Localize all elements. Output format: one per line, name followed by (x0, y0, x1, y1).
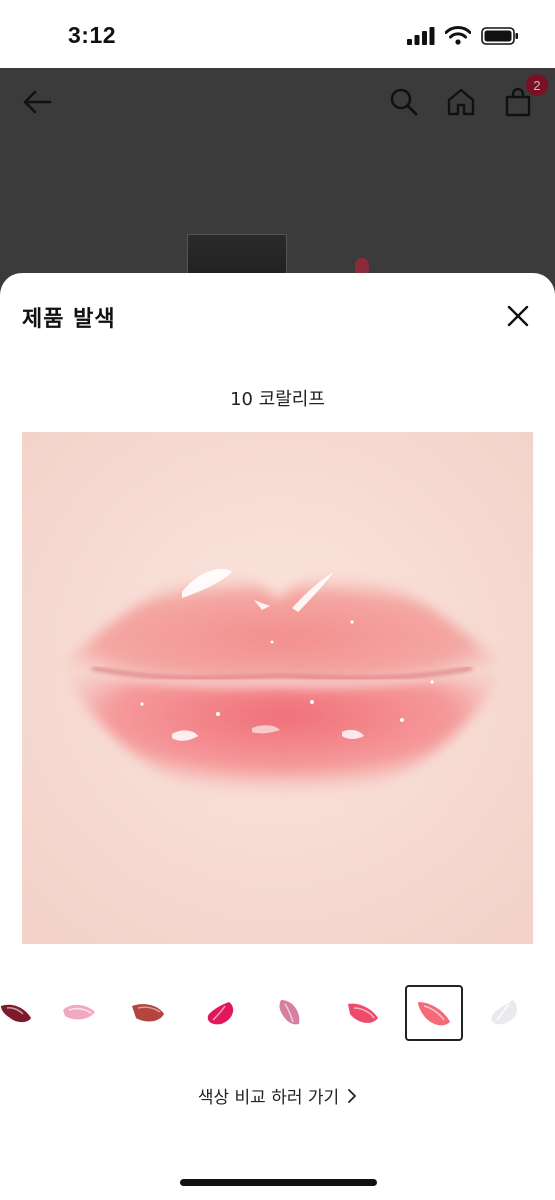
home-button[interactable] (441, 82, 481, 122)
status-time: 3:12 (68, 22, 117, 48)
cellular-signal-icon (407, 26, 435, 45)
cart-button[interactable]: 2 (498, 74, 548, 122)
close-button[interactable] (503, 301, 533, 331)
shade-swatch-list (0, 985, 555, 1045)
back-arrow-icon (23, 90, 52, 114)
swatch-2-smear-icon (63, 1004, 95, 1020)
compare-colors-label: 색상 비교 하러 가기 (197, 1088, 340, 1108)
swatch-1-smear-icon (1, 1004, 31, 1023)
home-indicator (180, 1179, 377, 1186)
swatch-8-smear-icon (491, 1000, 518, 1025)
shade-swatch[interactable] (190, 985, 248, 1041)
compare-colors-link[interactable]: 색상 비교 하러 가기 (0, 1083, 555, 1108)
shade-bottom-sheet: 제품 발색 10 코랄리프 색상 비교 하러 가기 (0, 273, 555, 1200)
swatch-3-smear-icon (132, 1004, 164, 1022)
wifi-icon (445, 26, 471, 45)
shade-swatch[interactable] (0, 985, 44, 1041)
shade-swatch[interactable] (333, 985, 391, 1041)
shade-swatch[interactable] (119, 985, 177, 1041)
shade-name: 10 코랄리프 (230, 389, 325, 410)
swatch-7-smear-icon (418, 1002, 450, 1026)
sheet-title: 제품 발색 (22, 307, 116, 332)
lip-swatch-image (22, 432, 533, 944)
swatch-4-smear-icon (207, 1002, 234, 1025)
home-icon (447, 88, 475, 116)
search-button[interactable] (384, 82, 424, 122)
cart-count-badge: 2 (526, 74, 548, 96)
swatch-6-smear-icon (348, 1003, 378, 1023)
shade-swatch-selected[interactable] (405, 985, 463, 1041)
search-icon (390, 88, 418, 116)
swatch-5-smear-icon (279, 1000, 300, 1025)
chevron-right-icon (348, 1088, 357, 1103)
battery-icon (481, 26, 518, 45)
close-icon (507, 305, 529, 327)
status-icons (407, 26, 519, 45)
shade-swatch[interactable] (50, 985, 108, 1041)
shade-swatch[interactable] (262, 985, 320, 1041)
product-page-background: 2 (0, 68, 555, 308)
shade-swatch[interactable] (474, 985, 532, 1041)
status-bar: 3:12 (0, 0, 555, 68)
back-button[interactable] (17, 82, 57, 122)
